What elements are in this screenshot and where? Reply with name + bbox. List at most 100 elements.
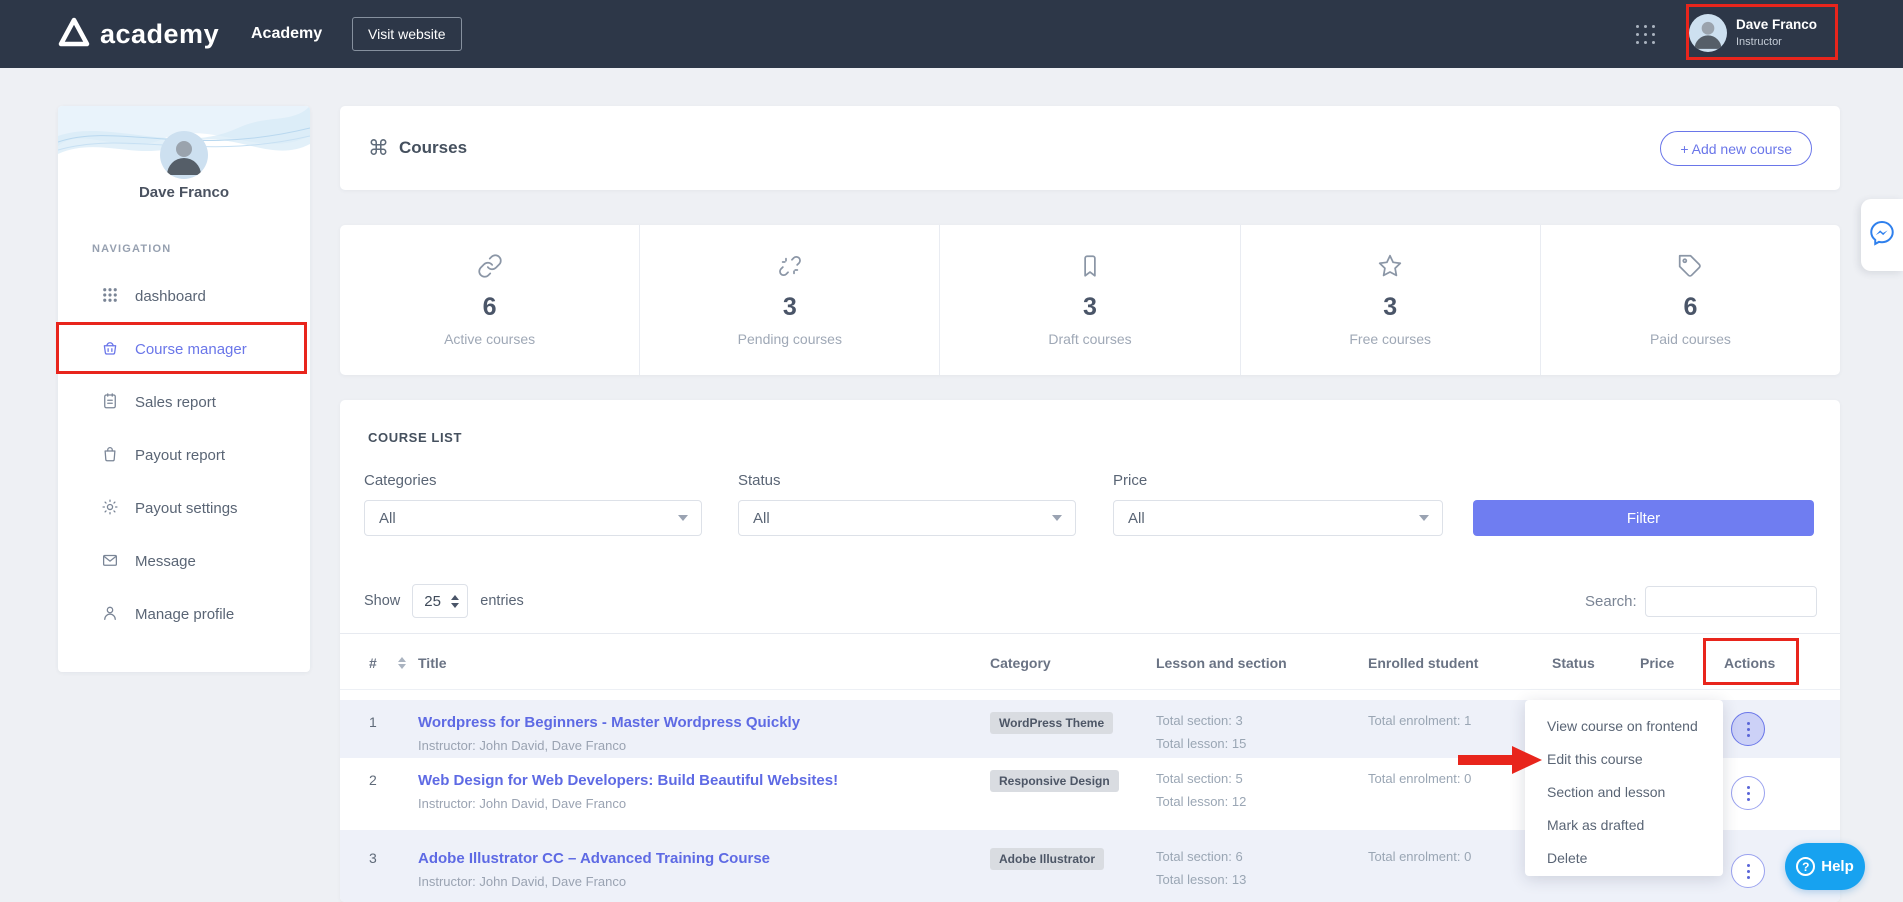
add-new-course-button[interactable]: + Add new course bbox=[1660, 131, 1812, 166]
command-icon: ⌘ bbox=[368, 136, 389, 161]
sidebar-item-label: Payout report bbox=[135, 447, 225, 464]
category-cell: Responsive Design bbox=[990, 770, 1119, 792]
sidebar-item-payout-settings[interactable]: Payout settings bbox=[58, 482, 310, 535]
tag-icon bbox=[1677, 253, 1703, 284]
filter-button[interactable]: Filter bbox=[1473, 500, 1814, 536]
col-actions[interactable]: Actions bbox=[1724, 634, 1775, 691]
chevron-down-icon bbox=[678, 515, 688, 521]
course-title-link[interactable]: Web Design for Web Developers: Build Bea… bbox=[418, 772, 838, 789]
col-index[interactable]: # bbox=[369, 634, 377, 691]
course-cell: Adobe Illustrator CC – Advanced Training… bbox=[418, 850, 770, 889]
grid-dots-icon bbox=[101, 286, 119, 308]
stat-draft-courses[interactable]: 3 Draft courses bbox=[939, 225, 1239, 375]
total-section: Total section: 5 bbox=[1156, 772, 1246, 785]
price-select-value: All bbox=[1128, 510, 1145, 527]
show-label: Show bbox=[364, 593, 400, 609]
col-status[interactable]: Status bbox=[1552, 634, 1595, 691]
stat-pending-courses[interactable]: 3 Pending courses bbox=[639, 225, 939, 375]
row-actions-button[interactable] bbox=[1731, 776, 1765, 810]
stat-free-courses[interactable]: 3 Free courses bbox=[1240, 225, 1540, 375]
search-input[interactable] bbox=[1645, 586, 1817, 617]
course-instructor: Instructor: John David, Dave Franco bbox=[418, 874, 770, 889]
row-actions-button[interactable] bbox=[1731, 854, 1765, 888]
logo-text: academy bbox=[100, 19, 219, 50]
page-header-card: ⌘ Courses + Add new course bbox=[340, 106, 1840, 190]
course-cell: Web Design for Web Developers: Build Bea… bbox=[418, 772, 838, 811]
sidebar-item-dashboard[interactable]: dashboard bbox=[58, 270, 310, 323]
question-icon: ? bbox=[1796, 857, 1815, 876]
bookmark-icon bbox=[1077, 253, 1103, 284]
topbar: academy Academy Visit website Dave Franc… bbox=[0, 0, 1903, 68]
col-lesson-section[interactable]: Lesson and section bbox=[1156, 634, 1287, 691]
entries-label: entries bbox=[480, 593, 524, 609]
sidebar-item-label: Manage profile bbox=[135, 606, 234, 623]
sidebar-avatar bbox=[160, 131, 208, 179]
sidebar-item-sales-report[interactable]: Sales report bbox=[58, 376, 310, 429]
apps-grid-icon[interactable] bbox=[1636, 25, 1656, 45]
row-actions-button[interactable] bbox=[1731, 712, 1765, 746]
price-filter-label: Price bbox=[1113, 472, 1147, 489]
category-badge: Responsive Design bbox=[990, 770, 1119, 792]
sidebar-item-label: Course manager bbox=[135, 341, 247, 358]
course-cell: Wordpress for Beginners - Master Wordpre… bbox=[418, 714, 800, 753]
sidebar-item-payout-report[interactable]: Payout report bbox=[58, 429, 310, 482]
col-title[interactable]: Title bbox=[418, 634, 447, 691]
topbar-user-menu[interactable]: Dave Franco Instructor bbox=[1689, 7, 1835, 59]
sidebar-item-label: Sales report bbox=[135, 394, 216, 411]
menu-item-delete[interactable]: Delete bbox=[1525, 841, 1723, 874]
page-size-select[interactable]: 25 bbox=[412, 584, 468, 618]
menu-item-view-course[interactable]: View course on frontend bbox=[1525, 709, 1723, 742]
category-cell: Adobe Illustrator bbox=[990, 848, 1104, 870]
lesson-section-cell: Total section: 5 Total lesson: 12 bbox=[1156, 772, 1246, 808]
app-name: Academy bbox=[251, 0, 322, 68]
show-entries-control: Show 25 entries bbox=[364, 584, 524, 618]
clipboard-icon bbox=[101, 392, 119, 414]
stat-label: Paid courses bbox=[1650, 331, 1731, 347]
menu-item-edit-course[interactable]: Edit this course bbox=[1525, 742, 1723, 775]
stat-paid-courses[interactable]: 6 Paid courses bbox=[1540, 225, 1840, 375]
row-index: 2 bbox=[369, 772, 377, 788]
stat-value: 6 bbox=[1683, 293, 1697, 322]
brand-logo[interactable]: academy bbox=[58, 0, 219, 68]
course-list-title: COURSE LIST bbox=[368, 430, 462, 445]
user-avatar bbox=[1689, 14, 1727, 52]
course-instructor: Instructor: John David, Dave Franco bbox=[418, 738, 800, 753]
stat-label: Draft courses bbox=[1048, 331, 1131, 347]
status-select[interactable]: All bbox=[738, 500, 1076, 536]
col-enrolled-student[interactable]: Enrolled student bbox=[1368, 634, 1478, 691]
stat-label: Free courses bbox=[1349, 331, 1431, 347]
user-name: Dave Franco bbox=[1736, 16, 1817, 34]
sidebar-item-manage-profile[interactable]: Manage profile bbox=[58, 588, 310, 641]
categories-select[interactable]: All bbox=[364, 500, 702, 536]
sidebar-item-course-manager[interactable]: Course manager bbox=[58, 323, 310, 376]
total-section: Total section: 3 bbox=[1156, 714, 1246, 727]
price-select[interactable]: All bbox=[1113, 500, 1443, 536]
col-price[interactable]: Price bbox=[1640, 634, 1674, 691]
actions-dropdown-menu: View course on frontend Edit this course… bbox=[1525, 700, 1723, 876]
search-label: Search: bbox=[1585, 593, 1637, 610]
visit-website-button[interactable]: Visit website bbox=[352, 17, 462, 51]
status-filter-label: Status bbox=[738, 472, 781, 489]
link-icon bbox=[477, 253, 503, 284]
stat-active-courses[interactable]: 6 Active courses bbox=[340, 225, 639, 375]
total-section: Total section: 6 bbox=[1156, 850, 1246, 863]
enrolment-cell: Total enrolment: 1 bbox=[1368, 714, 1471, 727]
course-title-link[interactable]: Adobe Illustrator CC – Advanced Training… bbox=[418, 850, 770, 867]
total-lesson: Total lesson: 13 bbox=[1156, 873, 1246, 886]
category-cell: WordPress Theme bbox=[990, 712, 1113, 734]
sort-icon[interactable] bbox=[398, 634, 406, 691]
messenger-tab[interactable] bbox=[1861, 199, 1903, 271]
menu-item-mark-drafted[interactable]: Mark as drafted bbox=[1525, 808, 1723, 841]
course-title-link[interactable]: Wordpress for Beginners - Master Wordpre… bbox=[418, 714, 800, 731]
category-badge: WordPress Theme bbox=[990, 712, 1113, 734]
col-category[interactable]: Category bbox=[990, 634, 1051, 691]
broken-link-icon bbox=[777, 253, 803, 284]
stat-label: Active courses bbox=[444, 331, 535, 347]
bag-icon bbox=[101, 445, 119, 467]
help-button[interactable]: ? Help bbox=[1785, 843, 1865, 890]
menu-item-section-lesson[interactable]: Section and lesson bbox=[1525, 775, 1723, 808]
stat-value: 3 bbox=[1083, 293, 1097, 322]
sidebar-item-message[interactable]: Message bbox=[58, 535, 310, 588]
page: { "colors": { "navbar": "#2d3748", "acce… bbox=[0, 0, 1903, 902]
page-size-value: 25 bbox=[424, 593, 441, 610]
